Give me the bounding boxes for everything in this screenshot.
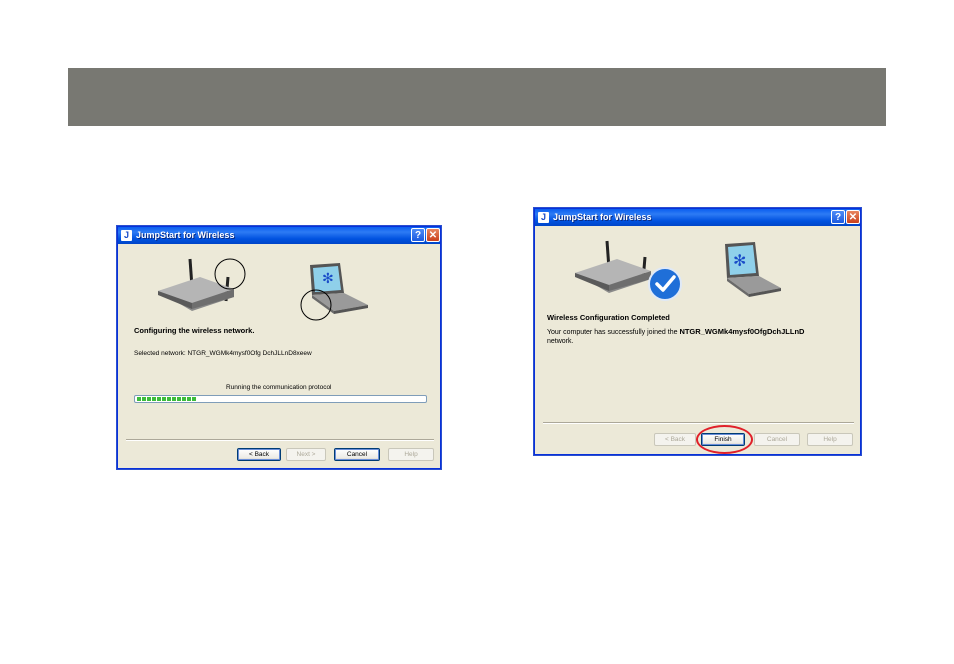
checkmark-icon <box>648 267 682 301</box>
router-icon <box>575 240 651 293</box>
cancel-button[interactable]: Cancel <box>334 448 380 461</box>
svg-text:✻: ✻ <box>733 251 746 270</box>
jumpstart-dialog-completed: J JumpStart for Wireless ? ✕ ✻ Wireless … <box>534 208 861 455</box>
progress-segment <box>142 397 146 401</box>
progress-segment <box>182 397 186 401</box>
help-button[interactable]: Help <box>807 433 853 446</box>
progress-segment <box>187 397 191 401</box>
close-icon[interactable]: ✕ <box>426 228 440 242</box>
help-button[interactable]: Help <box>388 448 434 461</box>
finish-highlight-ring <box>696 425 753 454</box>
jumpstart-app-icon: J <box>121 230 132 241</box>
progress-segment <box>157 397 161 401</box>
success-message: Your computer has successfully joined th… <box>547 327 804 337</box>
close-icon[interactable]: ✕ <box>846 210 860 224</box>
help-icon[interactable]: ? <box>831 210 845 224</box>
svg-text:✻: ✻ <box>322 271 334 287</box>
selected-network-text: Selected network: NTGR_WGMk4mysf0Ofg Dch… <box>134 350 312 357</box>
laptop-icon: ✻ <box>725 242 781 297</box>
progress-fill <box>137 397 197 401</box>
cancel-button[interactable]: Cancel <box>754 433 800 446</box>
separator <box>543 422 854 424</box>
next-button[interactable]: Next > <box>286 448 326 461</box>
window-title: JumpStart for Wireless <box>136 230 235 240</box>
title-bar[interactable]: J JumpStart for Wireless ? ✕ <box>535 209 860 226</box>
success-message-suffix: network. <box>547 338 574 345</box>
progress-segment <box>147 397 151 401</box>
help-icon[interactable]: ? <box>411 228 425 242</box>
progress-segment <box>137 397 141 401</box>
progress-segment <box>177 397 181 401</box>
network-name: NTGR_WGMk4mysf0OfgDchJLLnD <box>679 327 805 336</box>
header-bar <box>68 68 886 126</box>
jumpstart-app-icon: J <box>538 212 549 223</box>
title-bar[interactable]: J JumpStart for Wireless ? ✕ <box>118 227 440 244</box>
highlight-circle-icon <box>300 289 332 321</box>
window-title: JumpStart for Wireless <box>553 212 652 222</box>
progress-label: Running the communication protocol <box>226 384 332 391</box>
progress-segment <box>172 397 176 401</box>
success-message-prefix: Your computer has successfully joined th… <box>547 329 678 336</box>
jumpstart-dialog-configuring: J JumpStart for Wireless ? ✕ ✻ Configuri… <box>117 226 441 469</box>
back-button[interactable]: < Back <box>237 448 281 461</box>
progress-segment <box>162 397 166 401</box>
highlight-circle-icon <box>214 258 246 290</box>
back-button[interactable]: < Back <box>654 433 696 446</box>
progress-segment <box>152 397 156 401</box>
status-heading: Configuring the wireless network. <box>134 326 255 335</box>
progress-segment <box>192 397 196 401</box>
completed-heading: Wireless Configuration Completed <box>547 313 670 322</box>
progress-bar <box>134 395 427 403</box>
progress-segment <box>167 397 171 401</box>
separator <box>126 439 434 441</box>
